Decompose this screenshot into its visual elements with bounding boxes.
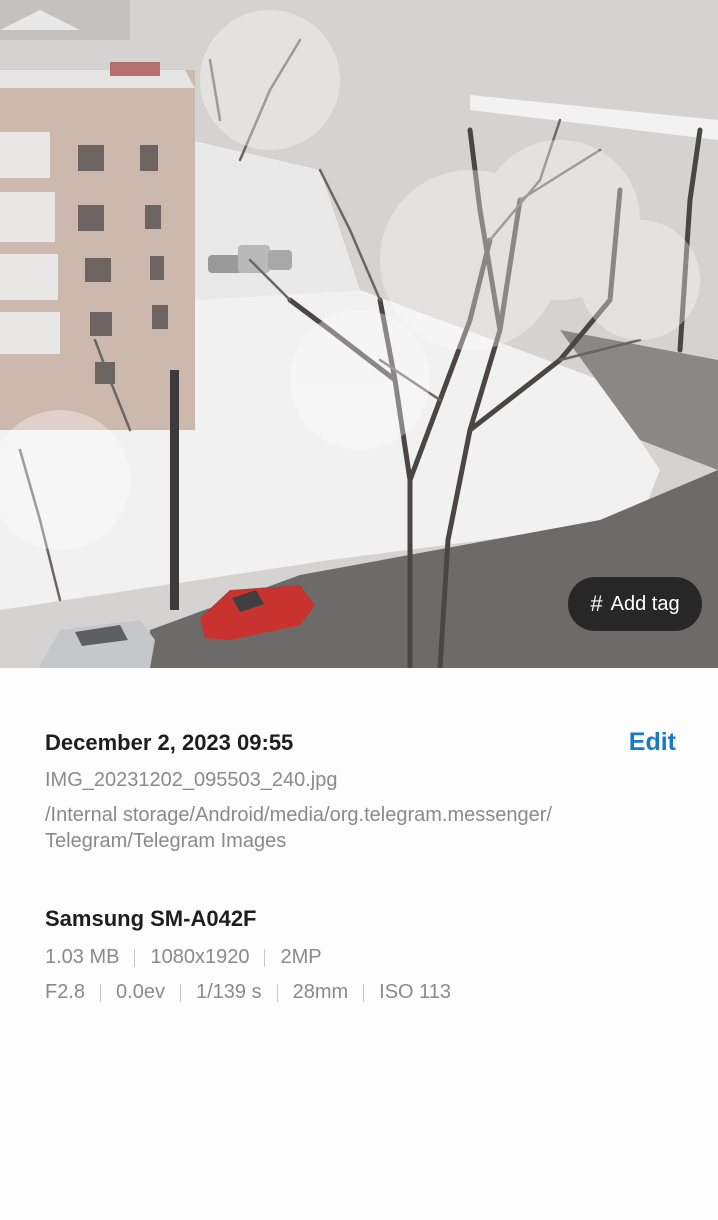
hash-icon: # — [590, 591, 603, 616]
add-tag-button[interactable]: # Add tag — [568, 577, 702, 631]
file-info-row: 1.03 MB 1080x1920 2MP — [45, 946, 322, 969]
photo-preview[interactable]: # Add tag — [0, 0, 718, 668]
camera-device: Samsung SM-A042F — [45, 906, 257, 931]
image-resolution: 1080x1920 — [150, 946, 250, 968]
camera-info-row: F2.8 0.0ev 1/139 s 28mm ISO 113 — [45, 981, 451, 1004]
aperture: F2.8 — [45, 981, 86, 1003]
add-tag-label: Add tag — [610, 592, 680, 615]
separator — [179, 983, 181, 1002]
separator — [363, 983, 365, 1002]
iso: ISO 113 — [379, 981, 452, 1003]
snow-scene-image — [0, 0, 718, 668]
shutter-speed: 1/139 s — [195, 981, 262, 1003]
file-size: 1.03 MB — [45, 946, 120, 968]
exposure-value: 0.0ev — [116, 981, 165, 1003]
separator — [134, 948, 136, 967]
edit-button[interactable]: Edit — [629, 728, 676, 757]
file-path-line-1: /Internal storage/Android/media/org.tele… — [45, 804, 552, 826]
separator — [264, 948, 266, 967]
separator — [100, 983, 102, 1002]
megapixels: 2MP — [280, 946, 322, 968]
focal-length: 28mm — [292, 981, 349, 1003]
separator — [276, 983, 278, 1002]
file-path-line-2: Telegram/Telegram Images — [45, 830, 287, 852]
details-panel: December 2, 2023 09:55 Edit IMG_20231202… — [0, 668, 718, 1220]
file-name: IMG_20231202_095503_240.jpg — [45, 769, 338, 791]
file-path: /Internal storage/Android/media/org.tele… — [45, 802, 675, 854]
photo-datetime: December 2, 2023 09:55 — [45, 730, 294, 755]
